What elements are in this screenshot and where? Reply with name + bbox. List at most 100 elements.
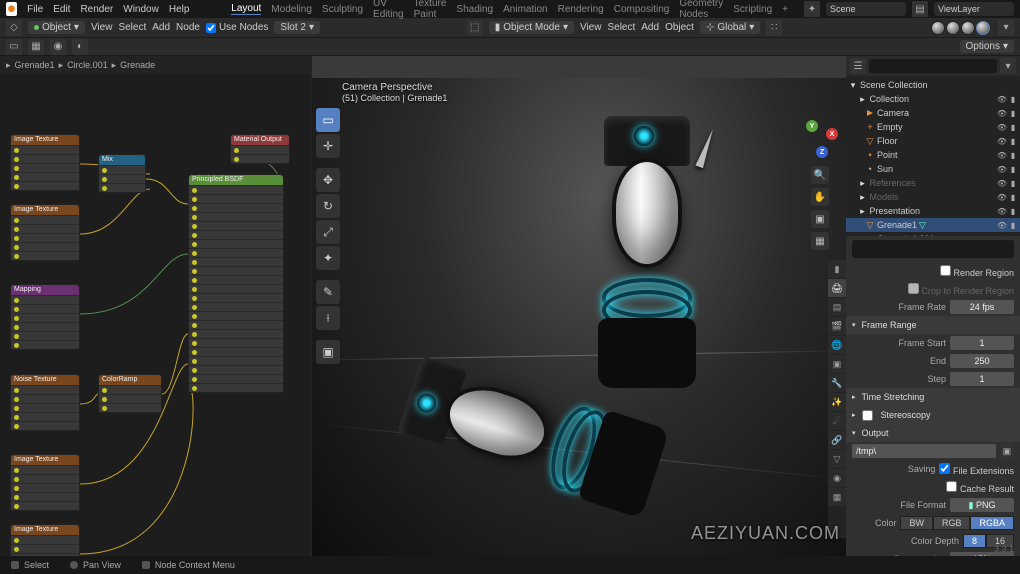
node-canvas[interactable]: Image TextureImage TextureMixMappingNois… [0, 74, 310, 556]
menu-file[interactable]: File [27, 4, 43, 15]
tab-material-icon[interactable]: ◉ [828, 469, 846, 487]
filter-icon[interactable]: ▾ [998, 20, 1014, 36]
tab-particles-icon[interactable]: ✨ [828, 393, 846, 411]
menu-edit[interactable]: Edit [53, 4, 70, 15]
workspace-tab[interactable]: Compositing [614, 4, 670, 15]
eye-icon[interactable]: 👁 [997, 206, 1007, 216]
render-icon[interactable]: ▮ [1008, 94, 1018, 104]
workspace-tab[interactable]: Geometry Nodes [679, 0, 723, 20]
tab-render-icon[interactable]: ▮ [828, 260, 846, 278]
node-editor[interactable]: ▸ Grenade1 ▸ Circle.001 ▸ Grenade Image … [0, 56, 310, 556]
pivot-icon[interactable]: ◉ [50, 39, 66, 55]
outliner-row[interactable]: Point 👁▮ [846, 148, 1020, 162]
cache-result-toggle[interactable]: Cache Result [946, 481, 1014, 494]
shader-type-select[interactable]: Object ▾ [28, 21, 85, 34]
node-menu-add[interactable]: Add [152, 22, 170, 33]
outliner-row[interactable]: Presentation 👁▮ [846, 204, 1020, 218]
section-time-stretching[interactable]: Time Stretching [846, 388, 1020, 406]
tab-physics-icon[interactable]: ☄ [828, 412, 846, 430]
node-menu-select[interactable]: Select [118, 22, 146, 33]
tab-viewlayer-icon[interactable]: ▤ [828, 298, 846, 316]
shading-wireframe-icon[interactable] [931, 21, 945, 35]
editor-type-icon[interactable]: ◇ [6, 20, 22, 36]
pan-icon[interactable]: ✋ [811, 188, 829, 206]
eye-icon[interactable]: 👁 [997, 178, 1007, 188]
viewport-render[interactable]: Camera Perspective (51) Collection | Gre… [312, 78, 846, 556]
tab-texture-icon[interactable]: ▦ [828, 488, 846, 506]
eye-icon[interactable]: 👁 [997, 150, 1007, 160]
use-nodes-toggle[interactable]: Use Nodes [206, 22, 268, 33]
file-extensions-toggle[interactable]: File Extensions [939, 463, 1014, 476]
render-region-toggle[interactable]: Render Region [940, 265, 1014, 278]
workspace-add-button[interactable]: + [782, 4, 788, 15]
tab-scene-icon[interactable]: 🎬 [828, 317, 846, 335]
tool-move-icon[interactable]: ✥ [316, 168, 340, 192]
outliner-editor-type-icon[interactable]: ☰ [850, 58, 866, 74]
render-icon[interactable]: ▮ [1008, 150, 1018, 160]
crop-region-toggle[interactable]: Crop to Render Region [908, 283, 1014, 296]
interaction-mode[interactable]: ▮ Object Mode ▾ [489, 21, 574, 34]
eye-icon[interactable]: 👁 [997, 108, 1007, 118]
section-frame-range[interactable]: Frame Range [846, 316, 1020, 334]
frame-start-field[interactable]: 1 [950, 336, 1014, 350]
tool-transform-icon[interactable]: ✦ [316, 246, 340, 270]
frame-step-field[interactable]: 1 [950, 372, 1014, 386]
properties-panel[interactable]: Render Region Crop to Render Region Fram… [846, 236, 1020, 556]
tool-add-mesh-icon[interactable]: ▣ [316, 340, 340, 364]
outliner[interactable]: ☰ ▾ ▾Scene Collection Collection 👁▮ Came… [846, 56, 1020, 236]
vp-menu-add[interactable]: Add [641, 22, 659, 33]
node-menu-node[interactable]: Node [176, 22, 200, 33]
nav-gizmo[interactable]: X Y Z [798, 118, 842, 162]
scene-field[interactable] [826, 2, 906, 16]
shader-node[interactable]: Image Texture [10, 134, 80, 191]
render-icon[interactable]: ▮ [1008, 178, 1018, 188]
menu-help[interactable]: Help [169, 4, 190, 15]
eye-icon[interactable]: 👁 [997, 94, 1007, 104]
select-mode-icon[interactable]: ▭ [6, 39, 22, 55]
render-icon[interactable]: ▮ [1008, 164, 1018, 174]
workspace-tab[interactable]: Layout [231, 3, 261, 15]
viewport-shading-selector[interactable] [929, 19, 992, 37]
folder-icon[interactable]: ▣ [1000, 443, 1014, 459]
viewport-editor-type-icon[interactable]: ⬚ [467, 20, 483, 36]
eye-icon[interactable]: 👁 [997, 122, 1007, 132]
overlay-icon[interactable]: ◐ [72, 39, 88, 55]
color-mode-segmented[interactable]: BW RGB RGBA [900, 516, 1014, 530]
menu-render[interactable]: Render [80, 4, 113, 15]
3d-viewport[interactable]: Camera Perspective (51) Collection | Gre… [312, 56, 846, 556]
outliner-row[interactable]: Models 👁▮ [846, 190, 1020, 204]
frame-end-field[interactable]: 250 [950, 354, 1014, 368]
shader-node[interactable]: Image Texture [10, 524, 80, 556]
render-icon[interactable]: ▮ [1008, 136, 1018, 146]
perspective-toggle-icon[interactable]: ▦ [811, 232, 829, 250]
zoom-icon[interactable]: 🔍 [811, 166, 829, 184]
axis-z-icon[interactable]: Z [816, 146, 828, 158]
orientation-select[interactable]: ⊹ Global ▾ [700, 21, 760, 34]
eye-icon[interactable]: 👁 [997, 164, 1007, 174]
workspace-tab[interactable]: UV Editing [373, 0, 404, 20]
output-path-field[interactable]: /tmp\ [852, 444, 996, 458]
tab-object-icon[interactable]: ▣ [828, 355, 846, 373]
node-menu-view[interactable]: View [91, 22, 113, 33]
framerate-select[interactable]: 24 fps [950, 300, 1014, 314]
outliner-row[interactable]: Sun 👁▮ [846, 162, 1020, 176]
slot-select[interactable]: Slot 2 ▾ [274, 21, 320, 34]
properties-search[interactable] [852, 240, 1014, 258]
tab-world-icon[interactable]: 🌐 [828, 336, 846, 354]
shader-node[interactable]: ColorRamp [98, 374, 162, 413]
workspace-tab[interactable]: Sculpting [322, 4, 363, 15]
tool-annotate-icon[interactable]: ✎ [316, 280, 340, 304]
render-icon[interactable]: ▮ [1008, 122, 1018, 132]
outliner-row[interactable]: ▽Grenade1 ▽👁▮ [846, 218, 1020, 232]
workspace-tab[interactable]: Scripting [733, 4, 772, 15]
axis-y-icon[interactable]: Y [806, 120, 818, 132]
vp-menu-object[interactable]: Object [665, 22, 694, 33]
outliner-row[interactable]: ▽Floor 👁▮ [846, 134, 1020, 148]
workspace-tab[interactable]: Rendering [558, 4, 604, 15]
render-icon[interactable]: ▮ [1008, 192, 1018, 202]
shading-solid-icon[interactable] [946, 21, 960, 35]
render-icon[interactable]: ▮ [1008, 108, 1018, 118]
tab-constraints-icon[interactable]: 🔗 [828, 431, 846, 449]
viewlayer-field[interactable] [934, 2, 1014, 16]
shading-material-icon[interactable] [961, 21, 975, 35]
